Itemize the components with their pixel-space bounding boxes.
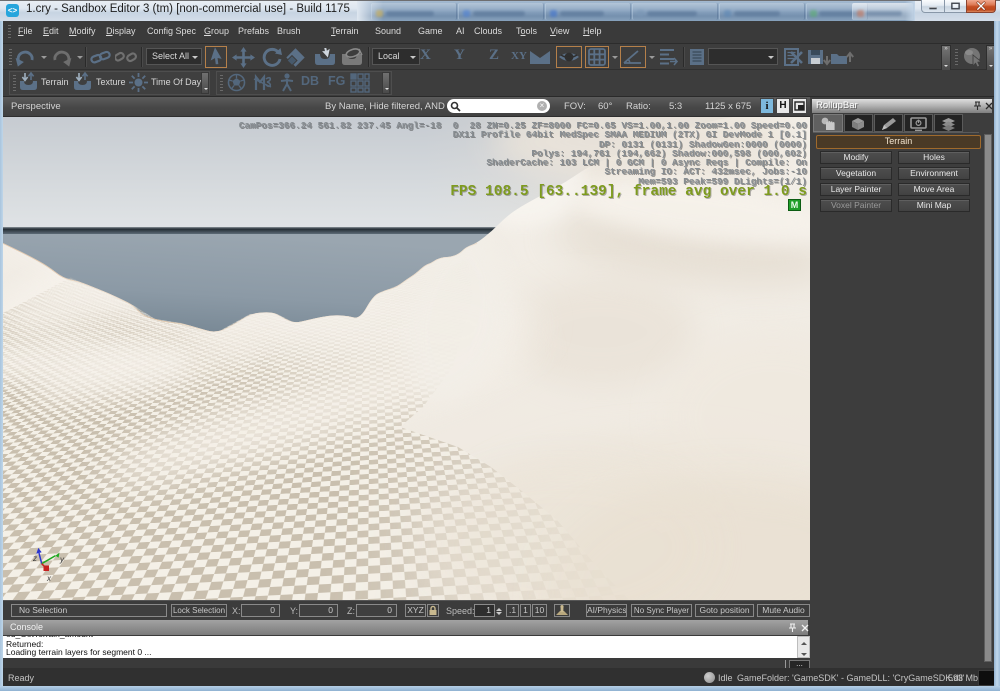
svg-text:x: x xyxy=(46,574,52,583)
svg-text:y: y xyxy=(59,555,65,564)
svg-text:z: z xyxy=(32,554,37,563)
